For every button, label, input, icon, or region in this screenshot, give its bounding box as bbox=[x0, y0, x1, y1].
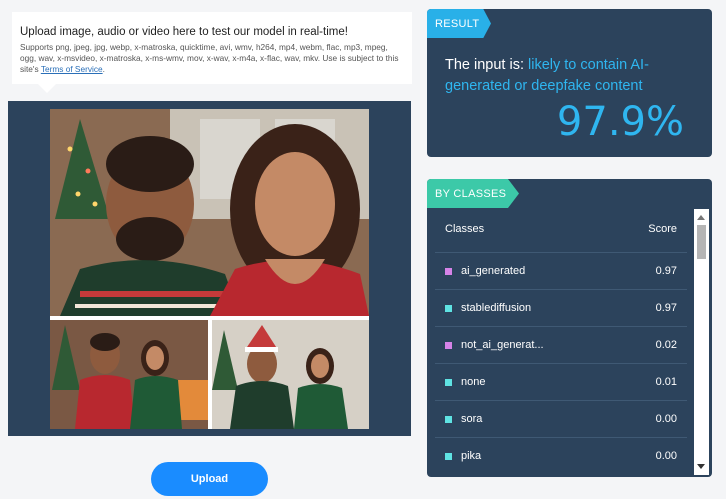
class-row: not_ai_generat... 0.02 bbox=[435, 326, 687, 363]
supported-formats: Supports png, jpeg, jpg, webp, x-matrosk… bbox=[20, 42, 404, 75]
classes-table: ai_generated 0.97 stablediffusion 0.97 not_a… bbox=[435, 252, 687, 474]
class-name: not_ai_generat... bbox=[461, 339, 544, 351]
class-score: 0.01 bbox=[655, 376, 677, 388]
scroll-down-arrow-icon[interactable] bbox=[697, 464, 705, 469]
class-row: stablediffusion 0.97 bbox=[435, 289, 687, 326]
classes-card: BY CLASSES Classes Score ai_generated 0.9… bbox=[427, 179, 712, 477]
info-card-pointer bbox=[38, 84, 56, 93]
classes-scrollbar[interactable] bbox=[694, 209, 709, 475]
photo-thumbnail-left bbox=[50, 320, 208, 429]
class-row: ai_generated 0.97 bbox=[435, 252, 687, 289]
class-color-marker bbox=[445, 341, 452, 349]
class-color-marker bbox=[445, 378, 452, 386]
class-score: 0.97 bbox=[655, 302, 677, 314]
result-description: The input is: likely to contain AI-gener… bbox=[445, 55, 695, 97]
classes-column-header: Classes bbox=[445, 223, 485, 235]
photo-main bbox=[50, 109, 369, 316]
uploaded-image bbox=[50, 109, 369, 429]
class-color-marker bbox=[445, 415, 452, 423]
classes-table-header: Classes Score bbox=[435, 223, 687, 235]
class-color-marker bbox=[445, 267, 452, 275]
terms-of-service-link[interactable]: Terms of Service bbox=[41, 64, 103, 74]
upload-info-card: Upload image, audio or video here to tes… bbox=[12, 12, 412, 84]
terms-suffix: . bbox=[102, 64, 105, 74]
result-percentage: 97.9% bbox=[556, 99, 684, 145]
class-score: 0.00 bbox=[655, 413, 677, 425]
result-tag: RESULT bbox=[427, 9, 491, 38]
class-name: sora bbox=[461, 413, 483, 425]
class-name: ai_generated bbox=[461, 265, 526, 277]
image-preview-panel[interactable] bbox=[8, 101, 411, 436]
result-card: RESULT The input is: likely to contain A… bbox=[427, 9, 712, 157]
photo-thumbnail-right bbox=[212, 320, 369, 429]
upload-title: Upload image, audio or video here to tes… bbox=[20, 26, 348, 38]
class-row: sora 0.00 bbox=[435, 400, 687, 437]
classes-tag: BY CLASSES bbox=[427, 179, 519, 208]
scroll-up-arrow-icon[interactable] bbox=[697, 215, 705, 220]
class-name: pika bbox=[461, 450, 482, 462]
class-color-marker bbox=[445, 304, 452, 312]
class-score: 0.97 bbox=[655, 265, 677, 277]
class-color-marker bbox=[445, 452, 452, 460]
class-score: 0.00 bbox=[655, 450, 677, 462]
class-name: none bbox=[461, 376, 486, 388]
result-prefix: The input is: bbox=[445, 57, 529, 73]
scrollbar-thumb[interactable] bbox=[697, 225, 706, 259]
class-row: pika 0.00 bbox=[435, 437, 687, 474]
score-column-header: Score bbox=[648, 223, 677, 235]
class-score: 0.02 bbox=[655, 339, 677, 351]
class-name: stablediffusion bbox=[461, 302, 532, 314]
upload-button[interactable]: Upload bbox=[151, 462, 268, 496]
class-row: none 0.01 bbox=[435, 363, 687, 400]
